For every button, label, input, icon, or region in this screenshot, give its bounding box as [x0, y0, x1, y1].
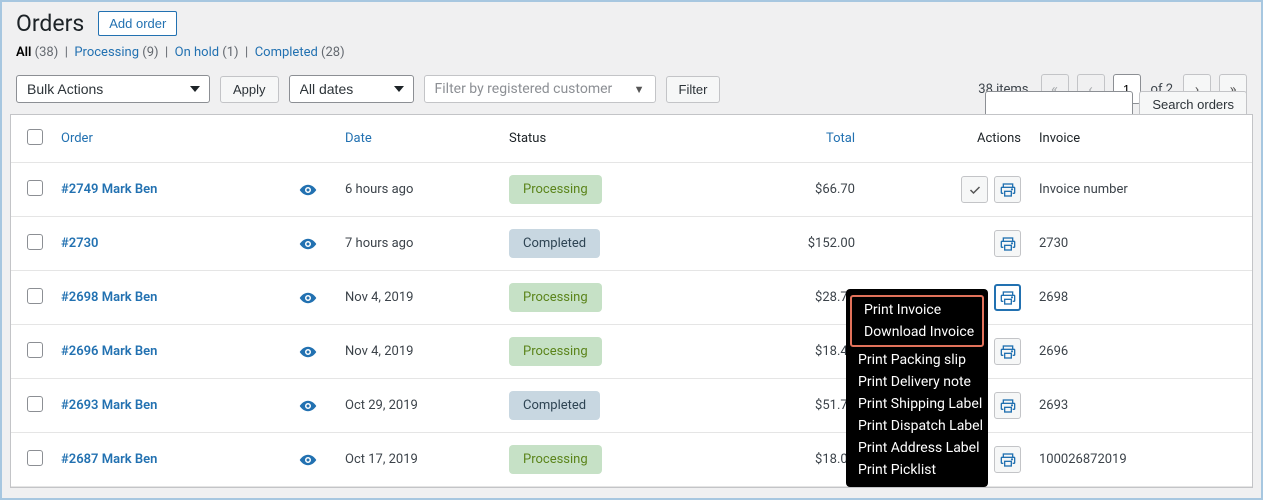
filter-button[interactable]: Filter	[666, 76, 721, 103]
invoice-number: 2696	[1039, 344, 1242, 359]
table-row[interactable]: #2749 Mark Ben 6 hours agoProcessing $66.7…	[11, 163, 1252, 217]
column-invoice: Invoice	[1039, 131, 1080, 146]
row-checkbox[interactable]	[27, 450, 43, 466]
row-checkbox[interactable]	[27, 234, 43, 250]
status-badge: Processing	[509, 445, 602, 474]
row-checkbox[interactable]	[27, 396, 43, 412]
row-checkbox[interactable]	[27, 288, 43, 304]
order-link[interactable]: #2698 Mark Ben	[61, 290, 157, 305]
page-title: Orders	[16, 10, 84, 37]
filter-onhold[interactable]: On hold (1)	[175, 45, 242, 60]
all-dates-select[interactable]: All dates	[289, 75, 414, 103]
dropdown-item[interactable]: Print Picklist	[846, 459, 988, 481]
table-row[interactable]: #2698 Mark BenNov 4, 2019Processing$28.7…	[11, 271, 1252, 325]
filter-completed[interactable]: Completed (28)	[255, 45, 345, 60]
dropdown-item[interactable]: Print Delivery note	[846, 371, 988, 393]
dropdown-item[interactable]: Download Invoice	[852, 321, 982, 343]
invoice-number: Invoice number	[1039, 182, 1242, 197]
print-action-button[interactable]	[994, 176, 1021, 203]
order-total: $152.00	[749, 236, 879, 251]
apply-button[interactable]: Apply	[220, 76, 279, 103]
order-total: $66.70	[749, 182, 879, 197]
table-row[interactable]: #2696 Mark BenNov 4, 2019Processing$18.4…	[11, 325, 1252, 379]
invoice-number: 2730	[1039, 236, 1242, 251]
highlight-box: Print Invoice Download Invoice	[850, 295, 984, 347]
row-checkbox[interactable]	[27, 342, 43, 358]
order-date: Nov 4, 2019	[345, 290, 509, 305]
invoice-number: 2693	[1039, 398, 1242, 413]
chevron-down-icon: ▼	[634, 83, 645, 96]
dropdown-item[interactable]: Print Shipping Label	[846, 393, 988, 415]
table-header-row: Order Date Status Total Actions Invoice	[11, 115, 1252, 163]
filter-all[interactable]: All (38)	[16, 45, 62, 60]
column-status: Status	[509, 131, 546, 146]
status-badge: Processing	[509, 283, 602, 312]
invoice-number: 100026872019	[1039, 452, 1242, 467]
dropdown-item[interactable]: Print Dispatch Label	[846, 415, 988, 437]
dropdown-item[interactable]: Print Address Label	[846, 437, 988, 459]
print-dropdown-menu: Print Invoice Download Invoice Print Pac…	[846, 289, 988, 487]
preview-eye-icon[interactable]	[297, 181, 319, 199]
order-date: Oct 29, 2019	[345, 398, 509, 413]
order-link[interactable]: #2687 Mark Ben	[61, 452, 157, 467]
preview-eye-icon[interactable]	[297, 289, 319, 307]
order-link[interactable]: #2696 Mark Ben	[61, 344, 157, 359]
status-filter-list: All (38) | Processing (9) | On hold (1) …	[2, 37, 1261, 68]
print-action-button[interactable]	[994, 338, 1021, 365]
bulk-actions-select[interactable]: Bulk Actions	[16, 75, 210, 103]
invoice-number: 2698	[1039, 290, 1242, 305]
order-date: 6 hours ago	[345, 182, 509, 197]
status-badge: Completed	[509, 229, 600, 258]
complete-action-button[interactable]	[961, 176, 988, 203]
order-date: 7 hours ago	[345, 236, 509, 251]
print-action-button[interactable]	[994, 230, 1021, 257]
filter-customer-select[interactable]: Filter by registered customer ▼	[424, 75, 656, 103]
filter-processing[interactable]: Processing (9)	[74, 45, 161, 60]
status-badge: Processing	[509, 175, 602, 204]
dropdown-item[interactable]: Print Packing slip	[846, 349, 988, 371]
dropdown-item[interactable]: Print Invoice	[852, 299, 982, 321]
preview-eye-icon[interactable]	[297, 451, 319, 469]
order-link[interactable]: #2693 Mark Ben	[61, 398, 157, 413]
preview-eye-icon[interactable]	[297, 343, 319, 361]
print-action-button[interactable]	[994, 284, 1021, 311]
column-actions: Actions	[977, 131, 1021, 146]
order-date: Oct 17, 2019	[345, 452, 509, 467]
preview-eye-icon[interactable]	[297, 397, 319, 415]
print-action-button[interactable]	[994, 446, 1021, 473]
print-action-button[interactable]	[994, 392, 1021, 419]
table-row[interactable]: #2687 Mark BenOct 17, 2019Processing$18.…	[11, 433, 1252, 487]
order-date: Nov 4, 2019	[345, 344, 509, 359]
table-row[interactable]: #2730 7 hours agoCompleted $152.00 2730	[11, 217, 1252, 271]
table-row[interactable]: #2693 Mark BenOct 29, 2019Completed$51.7…	[11, 379, 1252, 433]
column-order[interactable]: Order	[61, 131, 93, 146]
order-link[interactable]: #2730	[61, 236, 98, 251]
select-all-checkbox[interactable]	[27, 129, 43, 145]
status-badge: Completed	[509, 391, 600, 420]
column-total[interactable]: Total	[826, 131, 855, 146]
add-order-button[interactable]: Add order	[98, 11, 177, 36]
preview-eye-icon[interactable]	[297, 235, 319, 253]
status-badge: Processing	[509, 337, 602, 366]
row-checkbox[interactable]	[27, 180, 43, 196]
orders-table: Order Date Status Total Actions Invoice …	[10, 114, 1253, 488]
column-date[interactable]: Date	[345, 131, 372, 146]
order-link[interactable]: #2749 Mark Ben	[61, 182, 157, 197]
